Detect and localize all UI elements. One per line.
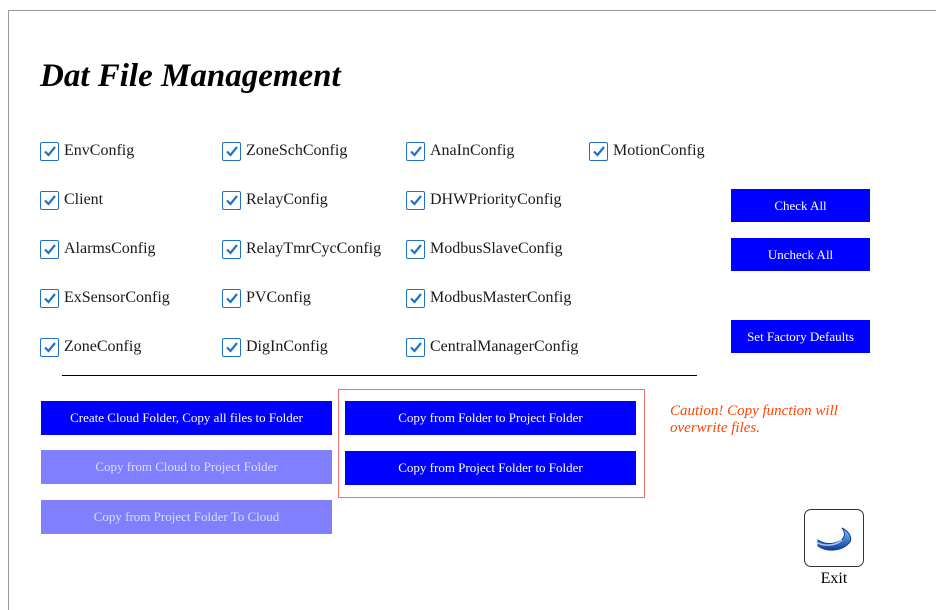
checkbox-label: ZoneConfig [64,338,142,355]
checkbox-anainconfig[interactable]: AnaInConfig [406,140,514,162]
checkbox-zoneschconfig[interactable]: ZoneSchConfig [222,140,347,162]
checkbox-checked-icon[interactable] [406,190,425,210]
checkbox-label: DHWPriorityConfig [430,191,562,208]
checkbox-modbusmasterconfig[interactable]: ModbusMasterConfig [406,287,571,309]
uncheck-all-button[interactable]: Uncheck All [731,238,870,271]
checkbox-label: Client [64,191,104,208]
caution-text: Caution! Copy function will overwrite fi… [670,403,838,436]
checkbox-dhwpriorityconfig[interactable]: DHWPriorityConfig [406,189,562,211]
checkbox-checked-icon[interactable] [222,288,241,308]
checkbox-label: CentralManagerConfig [430,338,579,355]
checkbox-checked-icon[interactable] [222,190,241,210]
checkbox-checked-icon[interactable] [222,337,241,357]
checkbox-checked-icon[interactable] [222,239,241,259]
checkbox-pvconfig[interactable]: PVConfig [222,287,311,309]
checkbox-relayconfig[interactable]: RelayConfig [222,189,328,211]
check-all-button[interactable]: Check All [731,189,870,222]
divider [62,375,697,376]
checkbox-relaytmrcycconfig[interactable]: RelayTmrCycConfig [222,238,381,260]
checkbox-client[interactable]: Client [40,189,103,211]
checkbox-checked-icon[interactable] [40,337,59,357]
checkbox-checked-icon[interactable] [406,288,425,308]
page-title: Dat File Management [40,58,341,94]
exit-arrow-icon [815,527,852,551]
copy-cloud-to-project-button[interactable]: Copy from Cloud to Project Folder [41,450,332,484]
checkbox-label: MotionConfig [613,142,705,159]
checkbox-checked-icon[interactable] [40,239,59,259]
checkbox-diginconfig[interactable]: DigInConfig [222,336,328,358]
create-cloud-folder-button[interactable]: Create Cloud Folder, Copy all files to F… [41,401,332,435]
checkbox-checked-icon[interactable] [40,288,59,308]
checkbox-checked-icon[interactable] [406,337,425,357]
checkbox-label: DigInConfig [246,338,328,355]
checkbox-label: PVConfig [246,289,311,306]
checkbox-checked-icon[interactable] [406,239,425,259]
checkbox-label: AnaInConfig [430,142,515,159]
checkbox-envconfig[interactable]: EnvConfig [40,140,134,162]
copy-project-to-cloud-button[interactable]: Copy from Project Folder To Cloud [41,500,332,534]
checkbox-label: ModbusMasterConfig [430,289,572,306]
checkbox-checked-icon[interactable] [40,141,59,161]
checkbox-exsensorconfig[interactable]: ExSensorConfig [40,287,170,309]
set-factory-defaults-button[interactable]: Set Factory Defaults [731,320,870,353]
checkbox-checked-icon[interactable] [40,190,59,210]
exit-button[interactable] [804,509,864,567]
checkbox-checked-icon[interactable] [406,141,425,161]
copy-project-to-folder-button[interactable]: Copy from Project Folder to Folder [345,451,636,485]
exit-label: Exit [820,570,848,587]
checkbox-label: ModbusSlaveConfig [430,240,563,257]
checkbox-modbusslaveconfig[interactable]: ModbusSlaveConfig [406,238,562,260]
checkbox-label: ExSensorConfig [64,289,170,306]
checkbox-label: ZoneSchConfig [246,142,348,159]
copy-folder-to-project-button[interactable]: Copy from Folder to Project Folder [345,401,636,435]
checkbox-zoneconfig[interactable]: ZoneConfig [40,336,141,358]
checkbox-label: AlarmsConfig [64,240,156,257]
checkbox-checked-icon[interactable] [589,141,608,161]
checkbox-label: RelayConfig [246,191,328,208]
checkbox-alarmsconfig[interactable]: AlarmsConfig [40,238,156,260]
checkbox-label: EnvConfig [64,142,135,159]
checkbox-centralmanagerconfig[interactable]: CentralManagerConfig [406,336,578,358]
checkbox-motionconfig[interactable]: MotionConfig [589,140,705,162]
checkbox-label: RelayTmrCycConfig [246,240,382,257]
checkbox-checked-icon[interactable] [222,141,241,161]
